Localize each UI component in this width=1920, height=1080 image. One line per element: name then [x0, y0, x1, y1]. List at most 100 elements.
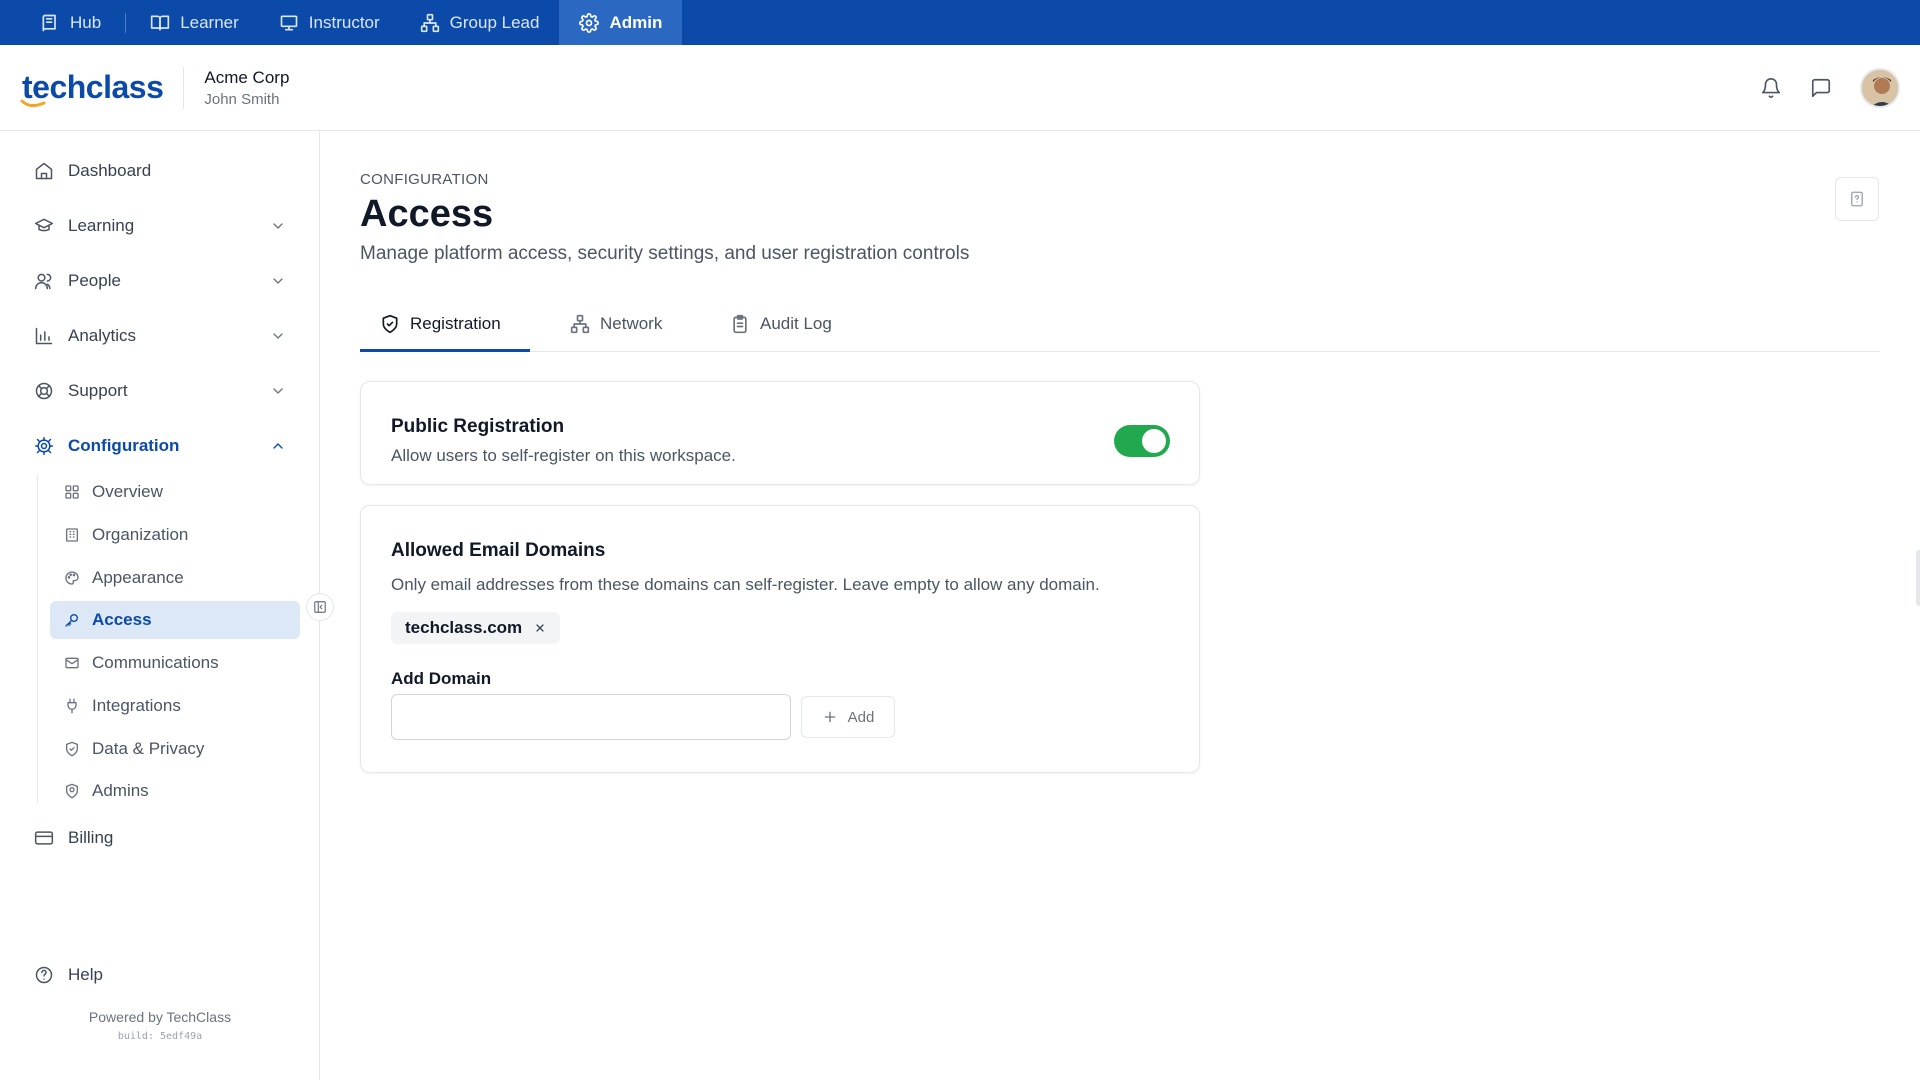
- sidebar-item-data-privacy[interactable]: Data & Privacy: [50, 730, 300, 768]
- public-registration-toggle[interactable]: [1114, 425, 1170, 457]
- sidebar-item-people[interactable]: People: [34, 263, 286, 299]
- chevron-down-icon: [273, 333, 283, 339]
- sidebar-item-analytics[interactable]: Analytics: [34, 318, 286, 354]
- remove-domain-close-icon[interactable]: [534, 622, 546, 634]
- network-icon: [570, 314, 590, 334]
- sidebar-item-configuration[interactable]: Configuration: [34, 428, 286, 464]
- tab-label: Registration: [410, 314, 501, 333]
- book-open-icon: [150, 13, 170, 33]
- role-tab-admin[interactable]: Admin: [559, 0, 683, 45]
- sidebar-item-label: Organization: [92, 525, 189, 544]
- tab-label: Network: [600, 314, 663, 333]
- presentation-icon: [279, 13, 299, 33]
- sidebar-item-label: Help: [68, 965, 103, 984]
- toggle-knob: [1142, 429, 1166, 453]
- sidebar-collapse-icon: [314, 601, 326, 613]
- sidebar-item-label: Billing: [68, 828, 114, 847]
- shield-user-icon: [66, 783, 78, 799]
- sidebar-item-label: Integrations: [92, 696, 181, 715]
- credit-card-icon: [34, 831, 54, 845]
- allowed-domains-title: Allowed Email Domains: [391, 540, 606, 561]
- plus-icon: [824, 711, 835, 723]
- domain-chip: techclass.com: [391, 612, 561, 644]
- right-edge-handle[interactable]: [1916, 550, 1920, 606]
- help-document-icon: [1851, 191, 1863, 207]
- app-header: techclass Acme Corp John Smith: [0, 45, 1920, 131]
- sidebar-item-help[interactable]: Help: [34, 957, 286, 993]
- sidebar-item-learning[interactable]: Learning: [34, 208, 286, 244]
- tab-network[interactable]: Network: [570, 296, 662, 352]
- sidebar: Dashboard Learning People Analytics Supp…: [0, 131, 334, 1080]
- build-version: build: 5edf49a: [117, 1031, 203, 1042]
- bell-icon: [1760, 77, 1782, 99]
- shield-check-icon: [66, 741, 78, 757]
- techclass-logo[interactable]: techclass: [20, 69, 164, 108]
- role-tab-hub[interactable]: Hub: [20, 0, 121, 45]
- role-tab-learner[interactable]: Learner: [130, 0, 259, 45]
- add-button-label: Add: [847, 708, 875, 726]
- sidebar-item-label: Learning: [68, 216, 135, 235]
- page-help-button[interactable]: [1835, 177, 1879, 221]
- add-domain-input[interactable]: [391, 694, 791, 740]
- sidebar-item-communications[interactable]: Communications: [50, 644, 300, 682]
- role-tab-label: Admin: [609, 12, 663, 32]
- messages-button[interactable]: [1810, 77, 1832, 99]
- sidebar-item-label: Support: [68, 381, 128, 400]
- clipboard-icon: [733, 314, 747, 334]
- sidebar-item-label: Dashboard: [68, 161, 152, 180]
- page-eyebrow: CONFIGURATION: [360, 171, 489, 188]
- graduation-cap-icon: [34, 218, 54, 232]
- sidebar-item-overview[interactable]: Overview: [50, 473, 300, 511]
- sidebar-item-label: Configuration: [68, 436, 180, 455]
- sidebar-item-appearance[interactable]: Appearance: [50, 559, 300, 597]
- add-domain-button[interactable]: Add: [801, 696, 895, 738]
- user-avatar-icon: [1862, 70, 1898, 106]
- public-registration-description: Allow users to self-register on this wor…: [391, 446, 736, 465]
- powered-by-text: Powered by TechClass: [88, 1009, 232, 1025]
- active-tab-indicator: [360, 349, 530, 352]
- collapse-sidebar-button[interactable]: [306, 593, 334, 621]
- users-icon: [34, 273, 52, 290]
- role-switcher-bar: Hub Learner Instructor Group Lead Admin: [0, 0, 1920, 45]
- allowed-domains-card: Allowed Email Domains Only email address…: [360, 505, 1200, 773]
- sidebar-item-label: Overview: [92, 482, 163, 501]
- notifications-button[interactable]: [1760, 77, 1782, 99]
- access-tabs: Registration Network Audit Log: [360, 296, 1880, 352]
- allowed-domains-description: Only email addresses from these domains …: [391, 575, 1100, 594]
- add-domain-label: Add Domain: [391, 669, 492, 688]
- sidebar-item-dashboard[interactable]: Dashboard: [34, 153, 286, 189]
- chevron-down-icon: [273, 223, 283, 229]
- sidebar-item-admins[interactable]: Admins: [50, 772, 300, 810]
- page-subtitle: Manage platform access, security setting…: [360, 243, 970, 264]
- lifebuoy-icon: [35, 382, 53, 400]
- book-stack-icon: [40, 13, 60, 33]
- sidebar-item-access[interactable]: Access: [50, 601, 300, 639]
- palette-icon: [65, 571, 79, 585]
- sidebar-item-label: Analytics: [68, 326, 137, 345]
- sidebar-item-billing[interactable]: Billing: [34, 820, 286, 856]
- role-tab-group-lead[interactable]: Group Lead: [400, 0, 560, 45]
- org-name: Acme Corp: [204, 67, 290, 87]
- chat-icon: [1810, 77, 1832, 99]
- chevron-down-icon: [273, 388, 283, 394]
- tab-label: Audit Log: [760, 314, 832, 333]
- header-actions: [1760, 45, 1900, 131]
- submenu-guide-line: [37, 475, 38, 803]
- building-icon: [66, 528, 78, 542]
- sidebar-item-organization[interactable]: Organization: [50, 516, 300, 554]
- org-switcher[interactable]: Acme Corp John Smith: [204, 68, 289, 108]
- role-tab-instructor[interactable]: Instructor: [259, 0, 400, 45]
- sidebar-item-label: Admins: [92, 781, 149, 800]
- tab-audit-log[interactable]: Audit Log: [730, 296, 832, 352]
- chevron-up-icon: [273, 443, 283, 449]
- help-circle-icon: [35, 966, 53, 984]
- avatar[interactable]: [1860, 68, 1900, 108]
- public-registration-title: Public Registration: [391, 416, 565, 437]
- sidebar-item-support[interactable]: Support: [34, 373, 286, 409]
- sidebar-item-integrations[interactable]: Integrations: [50, 687, 300, 725]
- mail-icon: [65, 657, 79, 669]
- domain-chip-label: techclass.com: [405, 618, 523, 637]
- grid-icon: [65, 485, 79, 499]
- tab-registration[interactable]: Registration: [380, 296, 501, 352]
- role-tab-label: Hub: [70, 12, 102, 32]
